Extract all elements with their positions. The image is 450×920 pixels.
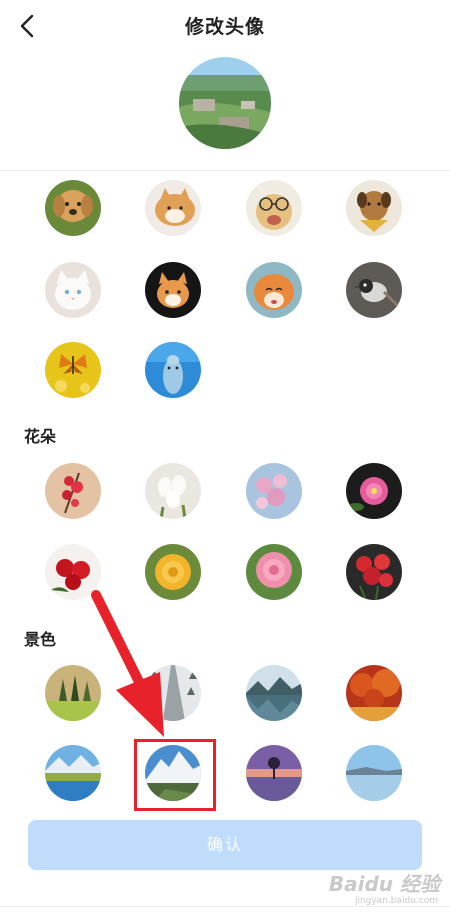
avatar-option-snow-road[interactable] [145, 665, 201, 721]
avatar-option-lake-mountains[interactable] [246, 665, 302, 721]
watermark-url: jingyan.baidu.com [354, 896, 438, 906]
avatar-option-bird[interactable] [346, 262, 402, 318]
avatar-option-dog-glasses[interactable] [246, 180, 302, 236]
avatar-option-puppy[interactable] [45, 180, 101, 236]
avatar-option-white-tulips[interactable] [145, 463, 201, 519]
watermark-logo: Baidu 经验 [329, 868, 440, 897]
avatar-option-white-cat[interactable] [45, 262, 101, 318]
avatar-option-ginger-cat-dark[interactable] [145, 262, 201, 318]
avatar-option-autumn-trees[interactable] [346, 665, 402, 721]
avatar-option-forest-meadow[interactable] [45, 665, 101, 721]
avatar-option-pink-blossom[interactable] [246, 463, 302, 519]
avatar-option-ginger-cat[interactable] [246, 262, 302, 318]
current-avatar [179, 57, 271, 149]
confirm-button[interactable]: 确认 [28, 820, 422, 870]
avatar-option-pink-flower[interactable] [346, 463, 402, 519]
section-title-scenery: 景色 [24, 630, 57, 649]
avatar-option-red-roses[interactable] [45, 544, 101, 600]
page-title: 修改头像 [184, 16, 265, 38]
avatar-option-butterfly[interactable] [45, 342, 101, 398]
bottom-divider [0, 906, 450, 907]
avatar-option-carnations[interactable] [346, 544, 402, 600]
avatar-option-red-blossom[interactable] [45, 463, 101, 519]
watermark-brand: Baidu 经验 [328, 872, 440, 896]
avatar-option-shiba[interactable] [145, 180, 201, 236]
section-title-flowers: 花朵 [24, 427, 57, 446]
avatar-option-dolphin[interactable] [145, 342, 201, 398]
avatar-option-dog-bandana[interactable] [346, 180, 402, 236]
avatar-option-sunset-tree[interactable] [246, 745, 302, 801]
avatar-option-alpine-lake[interactable] [45, 745, 101, 801]
divider [0, 170, 450, 171]
avatar-option-yellow-rose[interactable] [145, 544, 201, 600]
header: 修改头像 [0, 0, 450, 52]
avatar-option-pink-rose[interactable] [246, 544, 302, 600]
avatar-option-calm-lake[interactable] [346, 745, 402, 801]
selection-highlight-box [134, 739, 216, 811]
